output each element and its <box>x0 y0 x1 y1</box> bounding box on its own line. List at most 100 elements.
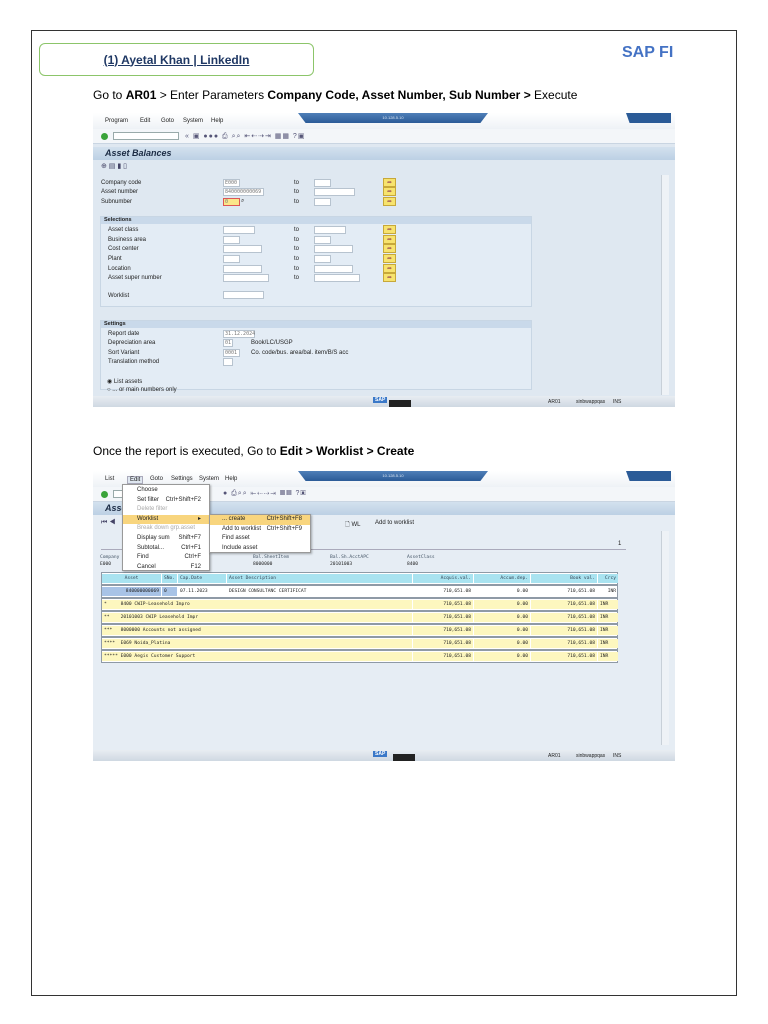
table-cell[interactable]: 840000000069 <box>102 587 161 596</box>
menu-item[interactable]: Choose <box>123 486 209 496</box>
column-header[interactable]: SNo. <box>162 574 177 583</box>
menu-item[interactable]: Worklist ▸ <box>123 514 209 525</box>
multiple-selection-button[interactable]: ➦ <box>383 235 396 244</box>
menu-item[interactable]: Display sum Shift+F7 <box>123 534 209 544</box>
multiple-selection-button[interactable]: ➦ <box>383 244 396 253</box>
menu-item[interactable]: Break down grp.asset <box>123 524 209 534</box>
table-row[interactable]: 840000000069 0 07.11.2023 DESIGN CONSULTANC… <box>101 585 618 598</box>
menu-system[interactable]: System <box>199 476 219 482</box>
table-cell[interactable]: 710,651.08 <box>531 587 597 596</box>
asset-number-input[interactable]: 840000000069 <box>223 188 264 196</box>
menu-item[interactable]: Find Ctrl+F <box>123 553 209 563</box>
menu-item[interactable]: Delete filter <box>123 505 209 515</box>
subtotal-row[interactable]: * 8400 CWIP-Leasehold Impro 710,651.08 0.0… <box>101 598 618 611</box>
submenu-item[interactable]: Find asset <box>210 534 310 544</box>
setting-input[interactable] <box>223 358 233 366</box>
enter-icon[interactable] <box>101 491 108 498</box>
selection-from-input[interactable] <box>223 226 255 234</box>
multiple-selection-button[interactable]: ➦ <box>383 225 396 234</box>
menu-item[interactable]: Subtotal... Ctrl+F1 <box>123 544 209 554</box>
window-controls[interactable] <box>626 113 671 123</box>
window-controls[interactable] <box>626 471 671 481</box>
status-tcode[interactable]: AR01 <box>548 753 561 759</box>
subtotal-row[interactable]: ***** E000 Aegis Customer Support 710,651… <box>101 650 618 663</box>
menu-goto[interactable]: Goto <box>161 118 174 124</box>
menu-item[interactable]: Cancel F12 <box>123 563 209 573</box>
menu-edit[interactable]: Edit <box>127 476 144 484</box>
column-header[interactable]: Acquis.val. <box>413 574 473 583</box>
table-cell[interactable]: DESIGN CONSULTANC CERTIFICAT <box>227 587 412 596</box>
menu-settings[interactable]: Settings <box>171 476 193 482</box>
scrollbar[interactable] <box>661 531 669 745</box>
multiple-selection-button[interactable]: ➦ <box>383 273 396 282</box>
column-header[interactable]: Accum.dep. <box>474 574 530 583</box>
selection-to-input[interactable] <box>314 265 353 273</box>
submenu-item[interactable]: Include asset <box>210 544 310 554</box>
status-tcode[interactable]: AR01 <box>548 399 561 405</box>
multiple-selection-button[interactable]: ➦ <box>383 197 396 206</box>
selection-from-input[interactable] <box>223 245 262 253</box>
subnumber-input[interactable]: 0 <box>223 198 240 206</box>
enter-icon[interactable] <box>101 133 108 140</box>
setting-input[interactable]: 0001 <box>223 349 240 357</box>
worklist-input[interactable] <box>223 291 264 299</box>
selection-to-input[interactable] <box>314 236 331 244</box>
selection-from-input[interactable] <box>223 255 240 263</box>
menu-item[interactable]: Set filter Ctrl+Shift+F2 <box>123 496 209 506</box>
subtotal-row[interactable]: *** 8000000 Accounts not assigned 710,651… <box>101 624 618 637</box>
radio-list-assets[interactable]: ◉ List assets <box>107 378 142 385</box>
company-code-to-input[interactable] <box>314 179 331 187</box>
table-cell[interactable]: 07.11.2023 <box>178 587 226 596</box>
selection-from-input[interactable] <box>223 265 262 273</box>
selection-to-input[interactable] <box>314 255 331 263</box>
menu-program[interactable]: Program <box>105 118 128 124</box>
table-cell[interactable]: 0 <box>162 587 177 596</box>
toolbar-icons[interactable]: « ▣ ●●● ⎙ ⌕⌕ ⇤⇠⇢⇥ ▦▦ ?▣ <box>185 132 305 141</box>
currency: INR <box>598 600 618 609</box>
radio-main-numbers[interactable]: ○ ... or main numbers only <box>107 387 177 393</box>
company-code-input[interactable]: E000 <box>223 179 240 187</box>
execute-icon[interactable]: ⊕ ▤ ▮ ▯ <box>101 162 127 170</box>
menu-edit[interactable]: Edit <box>140 118 150 124</box>
multiple-selection-button[interactable]: ➦ <box>383 254 396 263</box>
multiple-selection-button[interactable]: ➦ <box>383 187 396 196</box>
scrollbar[interactable] <box>661 175 669 395</box>
column-header[interactable]: Asset Description <box>227 574 412 583</box>
first-page-icon[interactable]: ⏮ ◀ <box>101 519 116 527</box>
submenu-item[interactable]: Add to worklist Ctrl+Shift+F9 <box>210 525 310 535</box>
to-label: to <box>294 180 300 186</box>
selection-from-input[interactable] <box>223 236 240 244</box>
subnumber-to-input[interactable] <box>314 198 331 206</box>
table-cell[interactable]: INR <box>598 587 618 596</box>
multiple-selection-button[interactable]: ➦ <box>383 178 396 187</box>
setting-input[interactable]: 01 <box>223 339 233 347</box>
submenu-item[interactable]: ... create Ctrl+Shift+F8 <box>210 515 310 525</box>
wl-button[interactable]: 🗋 WL <box>345 520 361 530</box>
selection-to-input[interactable] <box>314 274 360 282</box>
toolbar-icons[interactable]: ● ⎙⌕⌕ ⇤⇠⇢⇥ ▦▦ ?▣ <box>223 490 307 498</box>
column-header[interactable]: Book val. <box>531 574 597 583</box>
asset-number-to-input[interactable] <box>314 188 355 196</box>
command-field[interactable] <box>113 132 179 140</box>
column-header[interactable]: Cap.Date <box>178 574 226 583</box>
column-header[interactable]: Asset <box>102 574 161 583</box>
selection-to-input[interactable] <box>314 226 346 234</box>
table-cell[interactable]: 710,651.08 <box>413 587 473 596</box>
menu-help[interactable]: Help <box>225 476 237 482</box>
search-help-icon[interactable]: ⌕ <box>241 198 244 205</box>
setting-input[interactable]: 31.12.2024 <box>223 330 255 338</box>
multiple-selection-button[interactable]: ➦ <box>383 264 396 273</box>
menu-system[interactable]: System <box>183 118 203 124</box>
menu-list[interactable]: List <box>105 476 114 482</box>
column-header[interactable]: Crcy <box>598 574 618 583</box>
selection-from-input[interactable] <box>223 274 269 282</box>
selection-to-input[interactable] <box>314 245 353 253</box>
menu-help[interactable]: Help <box>211 118 223 124</box>
subtotal-row[interactable]: **** E069 Noida_Platina 710,651.08 0.00 710… <box>101 637 618 650</box>
setting-description: Co. code/bus. area/bal. item/B/S acc <box>251 350 349 356</box>
add-to-worklist-button[interactable]: Add to worklist <box>375 520 414 526</box>
subtotal-row[interactable]: ** 20101003 CWIP Leasehold Impr 710,651.0… <box>101 611 618 624</box>
linkedin-link[interactable]: (1) Ayetal Khan | LinkedIn <box>104 53 250 67</box>
menu-goto[interactable]: Goto <box>150 476 163 482</box>
table-cell[interactable]: 0.00 <box>474 587 530 596</box>
